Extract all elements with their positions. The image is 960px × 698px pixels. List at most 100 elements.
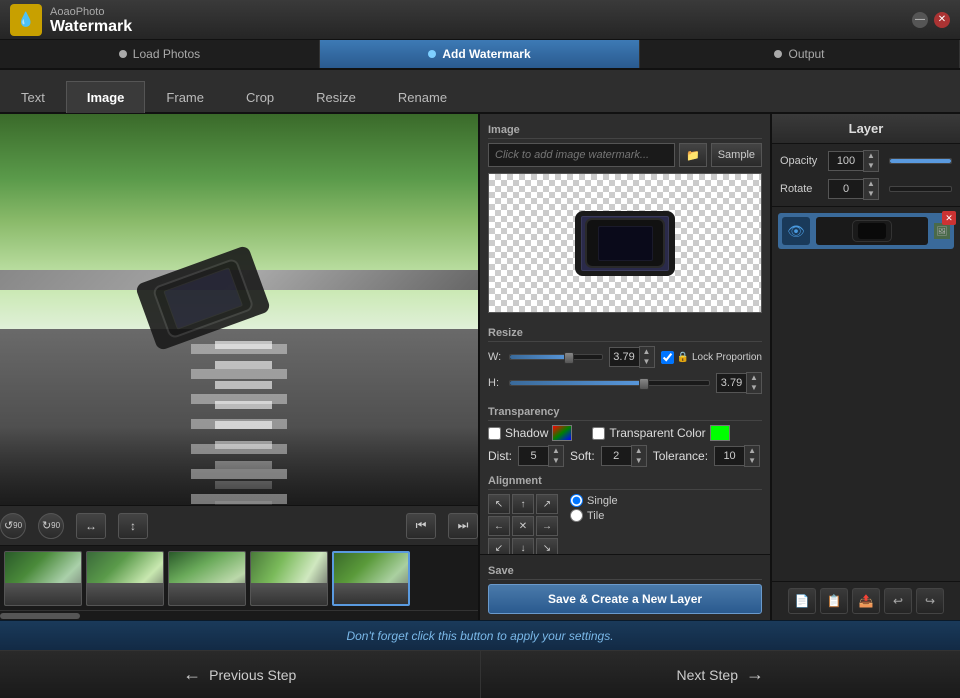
single-radio[interactable] bbox=[570, 494, 583, 507]
filmstrip bbox=[0, 545, 478, 610]
tab-frame[interactable]: Frame bbox=[145, 81, 225, 113]
rotate-right-button[interactable]: ↻90 bbox=[38, 513, 64, 539]
window-controls: — ✕ bbox=[912, 12, 950, 28]
rotate-spinner[interactable]: ▲ ▼ bbox=[828, 178, 879, 200]
step-load-photos[interactable]: Load Photos bbox=[0, 40, 320, 68]
step-dot-active bbox=[428, 50, 436, 58]
filmstrip-thumb-2[interactable] bbox=[86, 551, 164, 606]
alignment-section: Alignment ↖ ↑ ↗ ← ✕ → ↙ ↓ ↘ bbox=[488, 471, 762, 554]
lock-proportion-checkbox[interactable] bbox=[661, 351, 674, 364]
tab-image[interactable]: Image bbox=[66, 81, 146, 113]
flip-vertical-button[interactable]: ↕ bbox=[118, 513, 148, 539]
align-top-right[interactable]: ↗ bbox=[536, 494, 558, 514]
resize-h-down[interactable]: ▼ bbox=[747, 383, 761, 393]
previous-step-button[interactable]: ← Previous Step bbox=[0, 650, 481, 698]
step-dot bbox=[119, 50, 127, 58]
filmstrip-thumb-1[interactable] bbox=[4, 551, 82, 606]
opacity-input[interactable] bbox=[828, 151, 863, 171]
rotate-input[interactable] bbox=[828, 179, 863, 199]
soft-up[interactable]: ▲ bbox=[632, 446, 646, 456]
prev-frame-button[interactable]: ⏮ bbox=[406, 513, 436, 539]
shadow-checkbox[interactable] bbox=[488, 427, 501, 440]
prev-icon: ← bbox=[183, 664, 201, 685]
layer-visibility-toggle[interactable]: 👁 bbox=[782, 217, 810, 245]
resize-w-spinner[interactable]: ▲ ▼ bbox=[609, 346, 655, 368]
rotate-slider[interactable] bbox=[889, 186, 952, 192]
rotate-up[interactable]: ▲ bbox=[864, 179, 878, 189]
alignment-grid: ↖ ↑ ↗ ← ✕ → ↙ ↓ ↘ bbox=[488, 494, 558, 554]
dist-down[interactable]: ▼ bbox=[549, 456, 563, 466]
resize-h-input[interactable] bbox=[716, 373, 746, 393]
flip-horizontal-button[interactable]: ↔ bbox=[76, 513, 106, 539]
next-frame-button[interactable]: ⏭ bbox=[448, 513, 478, 539]
layer-panel: Layer Opacity ▲ ▼ Rotate bbox=[770, 114, 960, 620]
tab-resize[interactable]: Resize bbox=[295, 81, 377, 113]
align-bottom-right[interactable]: ↘ bbox=[536, 538, 558, 554]
rotate-left-button[interactable]: ↺90 bbox=[0, 513, 26, 539]
tolerance-input[interactable] bbox=[714, 446, 744, 466]
tile-radio[interactable] bbox=[570, 509, 583, 522]
opacity-spinner[interactable]: ▲ ▼ bbox=[828, 150, 879, 172]
scrollbar-thumb[interactable] bbox=[0, 613, 80, 619]
layer-copy-button[interactable]: 📋 bbox=[820, 588, 848, 614]
tolerance-up[interactable]: ▲ bbox=[745, 446, 759, 456]
tab-crop[interactable]: Crop bbox=[225, 81, 295, 113]
align-center[interactable]: ✕ bbox=[512, 516, 534, 536]
preview-image bbox=[0, 114, 478, 505]
layer-new-button[interactable]: 📄 bbox=[788, 588, 816, 614]
single-label: Single bbox=[587, 495, 618, 507]
opacity-up[interactable]: ▲ bbox=[864, 151, 878, 161]
image-path-input[interactable] bbox=[488, 143, 675, 167]
save-create-layer-button[interactable]: Save & Create a New Layer bbox=[488, 584, 762, 614]
transparent-color-label: Transparent Color bbox=[609, 426, 705, 440]
minimize-button[interactable]: — bbox=[912, 12, 928, 28]
folder-button[interactable]: 📁 bbox=[679, 143, 707, 167]
align-top-left[interactable]: ↖ bbox=[488, 494, 510, 514]
layer-redo-button[interactable]: ↪ bbox=[916, 588, 944, 614]
resize-w-down[interactable]: ▼ bbox=[640, 357, 654, 367]
resize-h-row: H: ▲ ▼ bbox=[488, 372, 762, 394]
resize-w-input[interactable] bbox=[609, 347, 639, 367]
save-section: Save Save & Create a New Layer bbox=[480, 554, 770, 620]
next-step-button[interactable]: Next Step → bbox=[481, 650, 960, 698]
rotate-down[interactable]: ▼ bbox=[864, 189, 878, 199]
opacity-down[interactable]: ▼ bbox=[864, 161, 878, 171]
dist-input[interactable] bbox=[518, 446, 548, 466]
resize-h-slider[interactable] bbox=[509, 380, 710, 386]
transparent-color-picker[interactable] bbox=[710, 425, 730, 441]
step-output[interactable]: Output bbox=[640, 40, 960, 68]
filmstrip-thumb-5[interactable] bbox=[332, 551, 410, 606]
align-bottom-center[interactable]: ↓ bbox=[512, 538, 534, 554]
opacity-slider[interactable] bbox=[889, 158, 952, 164]
dist-spinner[interactable]: ▲ ▼ bbox=[518, 445, 564, 467]
filmstrip-thumb-4[interactable] bbox=[250, 551, 328, 606]
resize-w-slider[interactable] bbox=[509, 354, 603, 360]
tolerance-down[interactable]: ▼ bbox=[745, 456, 759, 466]
tab-rename[interactable]: Rename bbox=[377, 81, 468, 113]
horizontal-scrollbar[interactable] bbox=[0, 610, 478, 620]
align-top-center[interactable]: ↑ bbox=[512, 494, 534, 514]
resize-h-spinner[interactable]: ▲ ▼ bbox=[716, 372, 762, 394]
step-add-watermark[interactable]: Add Watermark bbox=[320, 40, 640, 68]
layer-close-button[interactable]: ✕ bbox=[942, 211, 956, 225]
shadow-color-picker[interactable] bbox=[552, 425, 572, 441]
tolerance-spinner[interactable]: ▲ ▼ bbox=[714, 445, 760, 467]
layer-undo-button[interactable]: ↩ bbox=[884, 588, 912, 614]
soft-spinner[interactable]: ▲ ▼ bbox=[601, 445, 647, 467]
sample-button[interactable]: Sample bbox=[711, 143, 762, 167]
tab-text[interactable]: Text bbox=[0, 81, 66, 113]
soft-input[interactable] bbox=[601, 446, 631, 466]
soft-down[interactable]: ▼ bbox=[632, 456, 646, 466]
resize-h-up[interactable]: ▲ bbox=[747, 373, 761, 383]
align-middle-left[interactable]: ← bbox=[488, 516, 510, 536]
align-middle-right[interactable]: → bbox=[536, 516, 558, 536]
filmstrip-thumb-3[interactable] bbox=[168, 551, 246, 606]
layer-export-button[interactable]: 📤 bbox=[852, 588, 880, 614]
resize-w-up[interactable]: ▲ bbox=[640, 347, 654, 357]
app-subtitle: Watermark bbox=[50, 18, 132, 35]
dist-up[interactable]: ▲ bbox=[549, 446, 563, 456]
layer-item[interactable]: ✕ 👁 🖼 bbox=[778, 213, 954, 249]
transparent-color-checkbox[interactable] bbox=[592, 427, 605, 440]
align-bottom-left[interactable]: ↙ bbox=[488, 538, 510, 554]
close-button[interactable]: ✕ bbox=[934, 12, 950, 28]
